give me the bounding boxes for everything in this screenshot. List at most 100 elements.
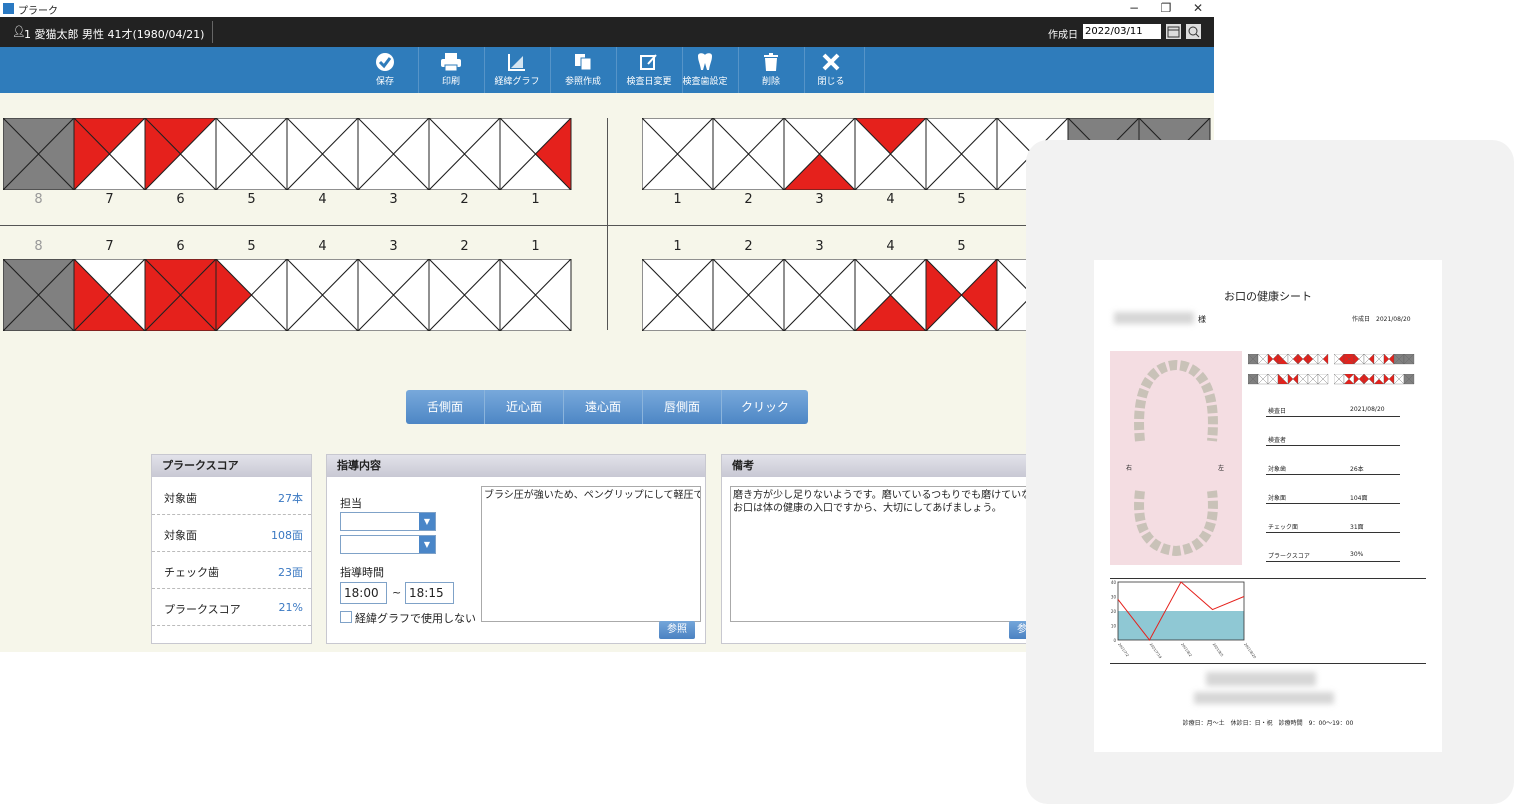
report-title: お口の健康シート bbox=[1224, 290, 1312, 303]
upper-right-teeth[interactable] bbox=[3, 118, 573, 190]
score-row-value: 108面 bbox=[271, 529, 303, 542]
calendar-icon[interactable] bbox=[1166, 24, 1181, 39]
tooth-number: 4 bbox=[886, 192, 895, 207]
surface-selector: 舌側面 近心面 遠心面 唇側面 クリック bbox=[406, 390, 808, 424]
score-row-label: プラークスコア bbox=[164, 603, 241, 616]
score-row-label: 対象面 bbox=[164, 529, 197, 542]
print-button[interactable]: 印刷 bbox=[418, 47, 485, 93]
tooth-cell[interactable] bbox=[144, 118, 217, 190]
toolbar: 保存 印刷 経緯グラフ 参照作成 検査日変更 検査歯設定 削除 閉じる bbox=[0, 47, 1214, 93]
exclude-graph-checkbox[interactable] bbox=[340, 611, 352, 623]
surface-distal-button[interactable]: 遠心面 bbox=[564, 390, 643, 424]
score-row: チェック歯 23面 bbox=[152, 552, 311, 589]
tooth-cell[interactable] bbox=[3, 259, 75, 331]
tooth-cell[interactable] bbox=[215, 118, 288, 190]
title-bar: プラーク − ❐ ✕ bbox=[0, 0, 1214, 17]
patient-info: 1 愛猫太郎 男性 41才(1980/04/21) bbox=[24, 28, 205, 41]
tooth-number: 5 bbox=[247, 239, 256, 254]
tooth-setting-button[interactable]: 検査歯設定 bbox=[672, 47, 739, 93]
created-date-input[interactable]: 2022/03/11 bbox=[1083, 24, 1161, 39]
tooth-cell[interactable] bbox=[925, 118, 998, 190]
surface-lingual-button[interactable]: 舌側面 bbox=[406, 390, 485, 424]
surface-labial-button[interactable]: 唇側面 bbox=[643, 390, 722, 424]
tooth-number: 1 bbox=[673, 192, 682, 207]
score-row: プラークスコア 21% bbox=[152, 589, 311, 626]
close-label: 閉じる bbox=[817, 77, 845, 87]
report-field-underline bbox=[1266, 474, 1400, 475]
notes-text[interactable]: 磨き方が少し足りないようです。磨いているつもりでも磨けていないとプラー お口は体… bbox=[730, 486, 1047, 622]
tooth-cell[interactable] bbox=[783, 259, 856, 331]
tooth-number: 1 bbox=[673, 239, 682, 254]
tooth-number: 3 bbox=[389, 192, 398, 207]
staff-select-1[interactable]: ▼ bbox=[340, 512, 436, 531]
copy-document-icon bbox=[575, 54, 592, 71]
score-row: 対象面 108面 bbox=[152, 515, 311, 552]
search-date-icon[interactable] bbox=[1186, 24, 1201, 39]
report-field-label: プラークスコア bbox=[1268, 553, 1310, 560]
divider bbox=[1110, 578, 1426, 579]
tooth-cell[interactable] bbox=[854, 259, 927, 331]
lower-right-teeth[interactable] bbox=[3, 259, 573, 331]
tooth-cell[interactable] bbox=[925, 259, 998, 331]
tooth-cell[interactable] bbox=[499, 118, 572, 190]
save-button[interactable]: 保存 bbox=[352, 47, 419, 93]
reference-create-label: 参照作成 bbox=[564, 77, 601, 87]
report-field-label: 検査日 bbox=[1268, 408, 1287, 415]
tooth-cell[interactable] bbox=[73, 259, 146, 331]
tooth-cell[interactable] bbox=[215, 259, 288, 331]
tooth-cell[interactable] bbox=[357, 118, 430, 190]
tooth-cell[interactable] bbox=[3, 118, 75, 190]
chart-area bbox=[1118, 611, 1244, 640]
close-x-icon bbox=[822, 53, 840, 71]
report-field-underline bbox=[1266, 561, 1400, 562]
surface-mesial-button[interactable]: 近心面 bbox=[485, 390, 564, 424]
history-chart-button[interactable]: 経緯グラフ bbox=[484, 47, 551, 93]
x-tick-label: 2021/8/5 bbox=[1212, 642, 1224, 657]
right-label: 右 bbox=[1126, 465, 1133, 472]
tooth-cell[interactable] bbox=[642, 118, 714, 190]
minimize-button[interactable]: − bbox=[1118, 0, 1150, 17]
staff-select-2[interactable]: ▼ bbox=[340, 535, 436, 554]
tooth-cell[interactable] bbox=[286, 259, 359, 331]
quadrant-vertical-divider bbox=[607, 118, 608, 330]
tooth-cell[interactable] bbox=[783, 118, 856, 190]
guidance-reference-button[interactable]: 参照 bbox=[659, 621, 695, 639]
tooth-cell[interactable] bbox=[712, 259, 785, 331]
tooth-number: 1 bbox=[531, 239, 540, 254]
report-field-label: 検査者 bbox=[1268, 437, 1287, 444]
tooth-cell[interactable] bbox=[286, 118, 359, 190]
tooth-cell[interactable] bbox=[357, 259, 430, 331]
plaque-score-panel: プラークスコア 対象歯 27本 対象面 108面 チェック歯 23面 プラークスコア 2… bbox=[151, 454, 312, 644]
surface-click-button[interactable]: クリック bbox=[722, 390, 808, 424]
reference-create-button[interactable]: 参照作成 bbox=[550, 47, 617, 93]
tooth-cell[interactable] bbox=[73, 118, 146, 190]
restore-button[interactable]: ❐ bbox=[1150, 0, 1182, 17]
time-label: 指導時間 bbox=[340, 566, 384, 579]
notes-line-2: お口は体の健康の入口ですから、大切にしてあげましょう。 bbox=[733, 503, 1002, 514]
blurred-patient-name bbox=[1114, 312, 1194, 324]
check-circle-icon bbox=[376, 53, 394, 71]
plaque-history-chart: 0 10 20 30 40 2021/7/2 2021/7/19 2021/8/2 2021/8… bbox=[1111, 580, 1257, 659]
tooth-cell[interactable] bbox=[428, 259, 501, 331]
tooth-cell[interactable] bbox=[642, 259, 714, 331]
chevron-down-icon: ▼ bbox=[419, 513, 435, 530]
time-from-input[interactable]: 18:00 bbox=[340, 582, 387, 604]
delete-button[interactable]: 削除 bbox=[738, 47, 805, 93]
score-row-value: 27本 bbox=[278, 492, 303, 505]
tooth-cell[interactable] bbox=[712, 118, 785, 190]
close-button[interactable]: 閉じる bbox=[798, 47, 865, 93]
tooth-number: 4 bbox=[886, 239, 895, 254]
tooth-cell[interactable] bbox=[144, 259, 217, 331]
tooth-number: 2 bbox=[460, 239, 469, 254]
score-row: 対象歯 27本 bbox=[152, 478, 311, 515]
guidance-text[interactable]: ブラシ圧が強いため、ペングリップにして軽圧で磨く bbox=[481, 486, 701, 622]
tooth-cell[interactable] bbox=[428, 118, 501, 190]
tooth-cell[interactable] bbox=[854, 118, 927, 190]
y-tick-label: 40 bbox=[1111, 580, 1117, 585]
chart-icon bbox=[508, 54, 525, 71]
close-window-button[interactable]: ✕ bbox=[1182, 0, 1214, 17]
honorific: 様 bbox=[1198, 315, 1206, 324]
report-field-value: 104面 bbox=[1350, 495, 1368, 502]
tooth-cell[interactable] bbox=[499, 259, 572, 331]
time-to-input[interactable]: 18:15 bbox=[405, 582, 454, 604]
